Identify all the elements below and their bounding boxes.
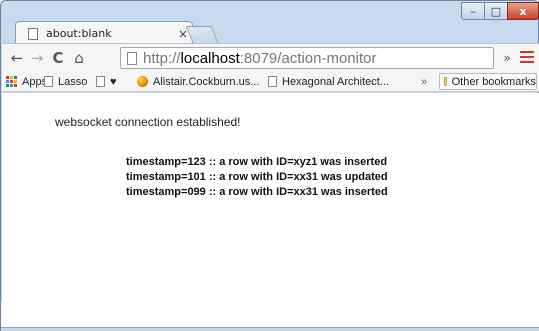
- list-item: timestamp=101 :: a row with ID=xx31 was …: [126, 171, 388, 183]
- bookmark-lasso-label: Lasso: [58, 75, 88, 88]
- address-bar[interactable]: http://localhost:8079/action-monitor: [120, 47, 494, 69]
- folder-icon: [444, 77, 447, 86]
- new-tab-button[interactable]: [185, 26, 219, 43]
- connection-status-text: websocket connection established!: [55, 115, 241, 129]
- tab-about-blank[interactable]: about:blank ×: [15, 21, 193, 45]
- home-icon[interactable]: ⌂: [70, 48, 88, 68]
- navigation-toolbar: ← → C ⌂ http://localhost:8079/action-mon…: [2, 43, 539, 71]
- maximize-button[interactable]: □: [484, 2, 508, 20]
- other-bookmarks-button[interactable]: Other bookmarks: [439, 73, 537, 90]
- close-window-button[interactable]: x: [507, 2, 539, 20]
- bookmark-hexagonal-label: Hexagonal Architect...: [282, 75, 390, 88]
- back-arrow-icon[interactable]: ←: [8, 48, 26, 68]
- list-item: timestamp=123 :: a row with ID=xyz1 was …: [126, 156, 388, 168]
- document-icon: [44, 76, 53, 87]
- bookmark-hexagonal-architecture[interactable]: Hexagonal Architect...: [268, 74, 389, 89]
- apps-grid-icon: [6, 76, 17, 87]
- page-icon: [127, 51, 137, 65]
- bookmarks-bar: Apps Lasso ♥ Alistair.Cockburn.us... Hex…: [2, 71, 539, 92]
- url-path: :8079/action-monitor: [239, 49, 377, 67]
- list-item: timestamp=099 :: a row with ID=xx31 was …: [126, 186, 388, 198]
- tab-strip: about:blank × – □ x: [1, 1, 539, 45]
- bookmark-lasso[interactable]: Lasso: [44, 74, 87, 89]
- forward-arrow-icon[interactable]: →: [28, 48, 46, 68]
- document-icon: [268, 76, 277, 87]
- hamburger-menu-icon[interactable]: [518, 48, 536, 68]
- event-list: timestamp=123 :: a row with ID=xyz1 was …: [126, 155, 388, 200]
- document-icon: [96, 76, 105, 87]
- window-bottom-border: [1, 327, 539, 331]
- browser-window: about:blank × – □ x ← → C ⌂ http://local…: [0, 0, 539, 331]
- document-icon: [28, 27, 38, 40]
- url-protocol: http://: [143, 49, 181, 67]
- bookmark-apps[interactable]: Apps: [6, 74, 47, 89]
- bookmark-alistair-label: Alistair.Cockburn.us...: [153, 75, 260, 88]
- heart-icon: ♥: [110, 75, 117, 88]
- minimize-button[interactable]: –: [461, 2, 485, 20]
- page-content: websocket connection established! timest…: [2, 93, 539, 301]
- bookmark-heart[interactable]: ♥: [96, 74, 117, 89]
- site-favicon-icon: [137, 76, 148, 87]
- bookmark-alistair-cockburn[interactable]: Alistair.Cockburn.us...: [137, 74, 259, 89]
- tab-title: about:blank: [46, 27, 112, 40]
- url-host: localhost: [180, 49, 240, 67]
- bookmarks-overflow-icon[interactable]: »: [421, 74, 427, 89]
- extensions-overflow-icon[interactable]: »: [498, 48, 516, 68]
- reload-icon[interactable]: C: [49, 48, 67, 68]
- other-bookmarks-label: Other bookmarks: [451, 75, 536, 88]
